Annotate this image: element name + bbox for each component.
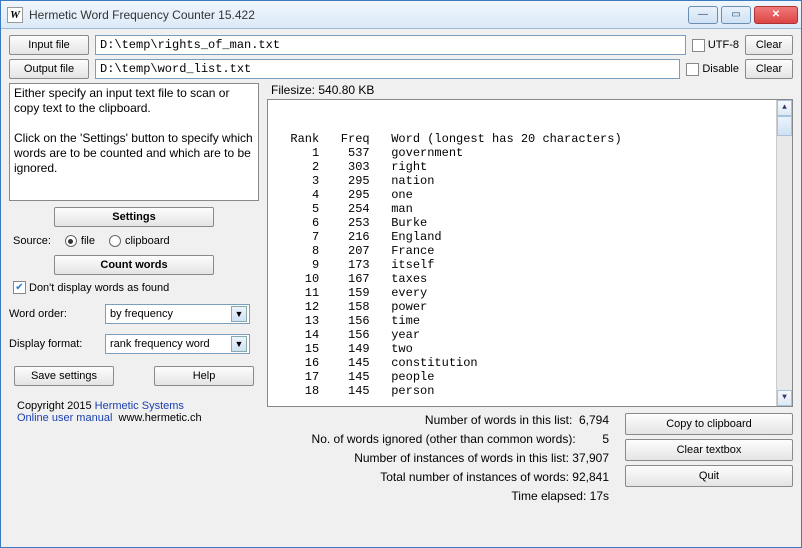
site-text: www.hermetic.ch — [119, 412, 202, 424]
results-scrollbar[interactable]: ▲ ▼ — [776, 100, 792, 406]
source-label: Source: — [13, 235, 51, 247]
checkbox-icon: ✔ — [13, 281, 26, 294]
display-format-label: Display format: — [9, 338, 99, 350]
chevron-down-icon: ▼ — [231, 336, 247, 352]
results-textbox[interactable]: Rank Freq Word (longest has 20 character… — [267, 99, 793, 407]
scroll-thumb[interactable] — [777, 116, 792, 136]
output-file-field[interactable] — [95, 59, 680, 79]
stat-total-instances: Total number of instances of words: 92,8… — [267, 470, 609, 484]
stat-time-elapsed: Time elapsed: 17s — [267, 489, 609, 503]
quit-button[interactable]: Quit — [625, 465, 793, 487]
copy-to-clipboard-button[interactable]: Copy to clipboard — [625, 413, 793, 435]
copyright-text: Copyright 2015 — [17, 400, 92, 412]
manual-link[interactable]: Online user manual — [17, 412, 112, 424]
source-group: Source: file clipboard — [9, 233, 259, 249]
source-file-label: file — [81, 235, 95, 247]
radio-icon — [65, 235, 77, 247]
utf8-label: UTF-8 — [708, 39, 739, 51]
clear-input-button[interactable]: Clear — [745, 35, 793, 55]
stat-words-in-list: Number of words in this list: 6,794 — [267, 413, 609, 427]
source-clipboard-radio[interactable]: clipboard — [109, 235, 170, 247]
maximize-button[interactable]: ▭ — [721, 6, 751, 24]
save-settings-button[interactable]: Save settings — [14, 366, 114, 386]
minimize-button[interactable]: — — [688, 6, 718, 24]
word-order-label: Word order: — [9, 308, 99, 320]
scroll-up-icon[interactable]: ▲ — [777, 100, 792, 116]
info-textbox: Either specify an input text file to sca… — [9, 83, 259, 201]
close-button[interactable]: ✕ — [754, 6, 798, 24]
stat-instances-in-list: Number of instances of words in this lis… — [267, 451, 609, 465]
clear-textbox-button[interactable]: Clear textbox — [625, 439, 793, 461]
radio-icon — [109, 235, 121, 247]
input-file-button[interactable]: Input file — [9, 35, 89, 55]
scroll-track[interactable] — [777, 136, 792, 390]
dont-display-label: Don't display words as found — [29, 282, 169, 294]
checkbox-icon — [686, 63, 699, 76]
scroll-down-icon[interactable]: ▼ — [777, 390, 792, 406]
source-clipboard-label: clipboard — [125, 235, 170, 247]
utf8-checkbox[interactable]: UTF-8 — [692, 39, 739, 52]
disable-label: Disable — [702, 63, 739, 75]
titlebar: W Hermetic Word Frequency Counter 15.422… — [1, 1, 801, 29]
input-file-field[interactable] — [95, 35, 686, 55]
checkbox-icon — [692, 39, 705, 52]
disable-checkbox[interactable]: Disable — [686, 63, 739, 76]
settings-button[interactable]: Settings — [54, 207, 214, 227]
copyright-area: Copyright 2015 Hermetic Systems Online u… — [9, 400, 259, 424]
stats-area: Number of words in this list: 6,794 No. … — [267, 413, 613, 503]
filesize-label: Filesize: 540.80 KB — [267, 83, 793, 99]
dont-display-checkbox[interactable]: ✔ Don't display words as found — [13, 281, 259, 294]
clear-output-button[interactable]: Clear — [745, 59, 793, 79]
results-content: Rank Freq Word (longest has 20 character… — [276, 132, 622, 398]
word-order-select[interactable]: by frequency ▼ — [105, 304, 250, 324]
app-icon: W — [7, 7, 23, 23]
display-format-select[interactable]: rank frequency word ▼ — [105, 334, 250, 354]
word-order-value: by frequency — [110, 308, 173, 320]
client-area: Input file UTF-8 Clear Output file Disab… — [1, 29, 801, 547]
source-file-radio[interactable]: file — [65, 235, 95, 247]
output-file-button[interactable]: Output file — [9, 59, 89, 79]
window-title: Hermetic Word Frequency Counter 15.422 — [29, 8, 682, 22]
count-words-button[interactable]: Count words — [54, 255, 214, 275]
display-format-value: rank frequency word — [110, 338, 210, 350]
help-button[interactable]: Help — [154, 366, 254, 386]
company-link[interactable]: Hermetic Systems — [95, 400, 184, 412]
chevron-down-icon: ▼ — [231, 306, 247, 322]
stat-ignored: No. of words ignored (other than common … — [267, 432, 609, 446]
